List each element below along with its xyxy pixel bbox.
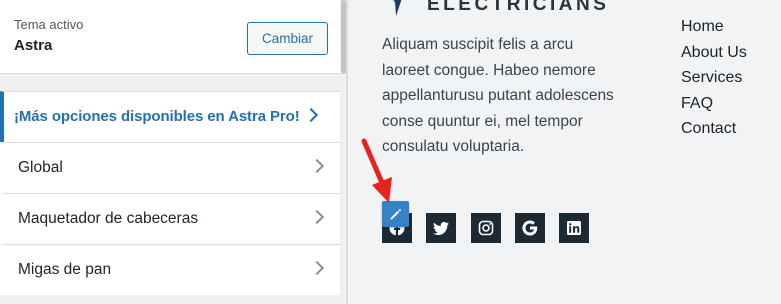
- menu-item-contact[interactable]: Contact: [681, 116, 747, 142]
- chevron-right-icon: [309, 209, 325, 225]
- section-header-builder[interactable]: Maquetador de cabeceras: [0, 193, 340, 244]
- section-label: Global: [18, 159, 63, 176]
- active-theme-box: Tema activo Astra Cambiar: [0, 0, 340, 74]
- section-breadcrumbs[interactable]: Migas de pan: [0, 244, 340, 295]
- red-arrow-annotation-icon: [361, 138, 392, 203]
- chevron-right-icon: [309, 260, 325, 276]
- section-label: Maquetador de cabeceras: [18, 210, 199, 227]
- section-label: Migas de pan: [18, 261, 112, 278]
- active-theme-name: Astra: [14, 37, 53, 54]
- menu-item-faq[interactable]: FAQ: [681, 91, 747, 117]
- customizer-panel: Tema activo Astra Cambiar ¡Más opciones …: [0, 0, 340, 304]
- site-preview: ELECTRICIANS Aliquam suscipit felis a ar…: [348, 0, 781, 304]
- linkedin-icon[interactable]: [559, 213, 589, 243]
- menu-item-home[interactable]: Home: [681, 14, 747, 40]
- footer-about-text: Aliquam suscipit felis a arcu laoreet co…: [382, 36, 614, 156]
- instagram-icon[interactable]: [471, 213, 501, 243]
- chevron-right-icon: [303, 107, 319, 123]
- change-theme-button[interactable]: Cambiar: [247, 22, 328, 55]
- menu-item-services[interactable]: Services: [681, 65, 747, 91]
- site-logo-text[interactable]: ELECTRICIANS: [427, 0, 609, 16]
- google-icon[interactable]: [515, 213, 545, 243]
- twitter-icon[interactable]: [426, 213, 456, 243]
- footer-menu: Home About Us Services FAQ Contact: [681, 14, 747, 142]
- chevron-right-icon: [309, 158, 325, 174]
- customizer-sections: ¡Más opciones disponibles en Astra Pro! …: [0, 91, 340, 295]
- section-label: ¡Más opciones disponibles en Astra Pro!: [14, 108, 300, 125]
- active-theme-label: Tema activo: [14, 17, 84, 32]
- section-global[interactable]: Global: [0, 142, 340, 193]
- menu-item-about-us[interactable]: About Us: [681, 40, 747, 66]
- logo-mark-icon: [392, 0, 402, 16]
- pencil-icon: [390, 208, 401, 220]
- section-astra-pro[interactable]: ¡Más opciones disponibles en Astra Pro!: [0, 91, 340, 142]
